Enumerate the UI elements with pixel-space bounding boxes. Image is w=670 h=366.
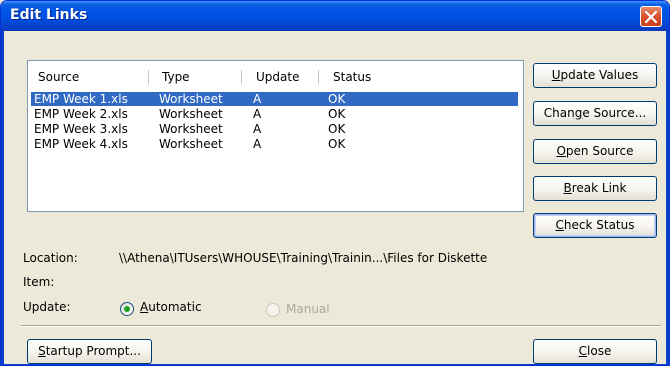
link-type: Worksheet	[159, 137, 223, 151]
list-header: Source Type Update Status	[28, 61, 523, 92]
link-update: A	[253, 122, 262, 136]
column-separator[interactable]	[148, 70, 149, 84]
link-update: A	[253, 92, 262, 106]
manual-radio[interactable]	[266, 303, 280, 317]
item-label: Item:	[23, 275, 55, 289]
link-row[interactable]: EMP Week 1.xls Worksheet A OK	[31, 92, 518, 106]
links-list[interactable]: Source Type Update Status EMP Week 1.xls…	[27, 60, 524, 212]
edit-links-dialog: Edit Links Source Type Update Status EMP…	[0, 0, 670, 366]
link-row[interactable]: EMP Week 3.xls Worksheet A OK	[31, 122, 518, 136]
link-status: OK	[328, 107, 346, 121]
column-header-type[interactable]: Type	[162, 69, 190, 87]
startup-prompt-button[interactable]: Startup Prompt...	[27, 339, 152, 364]
link-update: A	[253, 137, 262, 151]
automatic-radio[interactable]	[120, 302, 134, 316]
close-window-button[interactable]	[640, 6, 662, 27]
dialog-title: Edit Links	[10, 7, 88, 23]
window-frame-right	[666, 31, 669, 365]
link-status: OK	[328, 137, 346, 151]
link-status: OK	[328, 92, 346, 106]
column-separator[interactable]	[318, 70, 319, 84]
link-type: Worksheet	[159, 107, 223, 121]
break-link-button[interactable]: Break Link	[533, 176, 657, 201]
window-frame-left	[1, 31, 4, 365]
link-type: Worksheet	[159, 122, 223, 136]
automatic-label[interactable]: Automatic	[140, 300, 202, 314]
manual-label: Manual	[286, 302, 330, 316]
link-source: EMP Week 2.xls	[34, 107, 128, 121]
change-source-button[interactable]: Change Source...	[533, 101, 657, 126]
link-row[interactable]: EMP Week 4.xls Worksheet A OK	[31, 137, 518, 151]
update-values-button[interactable]: Update Values	[533, 63, 657, 88]
close-x-icon	[645, 11, 657, 23]
update-label: Update:	[23, 300, 71, 314]
title-bar[interactable]: Edit Links	[1, 1, 669, 31]
link-type: Worksheet	[159, 92, 223, 106]
link-source: EMP Week 1.xls	[34, 92, 128, 106]
location-label: Location:	[23, 251, 78, 265]
link-source: EMP Week 4.xls	[34, 137, 128, 151]
link-row[interactable]: EMP Week 2.xls Worksheet A OK	[31, 107, 518, 121]
link-status: OK	[328, 122, 346, 136]
link-source: EMP Week 3.xls	[34, 122, 128, 136]
column-header-status[interactable]: Status	[333, 69, 371, 87]
column-header-update[interactable]: Update	[256, 69, 299, 87]
open-source-button[interactable]: Open Source	[533, 139, 657, 164]
column-header-source[interactable]: Source	[38, 69, 79, 87]
column-separator[interactable]	[241, 70, 242, 84]
location-value: \\Athena\ITUsers\WHOUSE\Training\Trainin…	[119, 251, 488, 265]
divider	[21, 325, 661, 327]
close-button[interactable]: Close	[533, 339, 657, 364]
check-status-button[interactable]: Check Status	[533, 213, 657, 238]
link-update: A	[253, 107, 262, 121]
